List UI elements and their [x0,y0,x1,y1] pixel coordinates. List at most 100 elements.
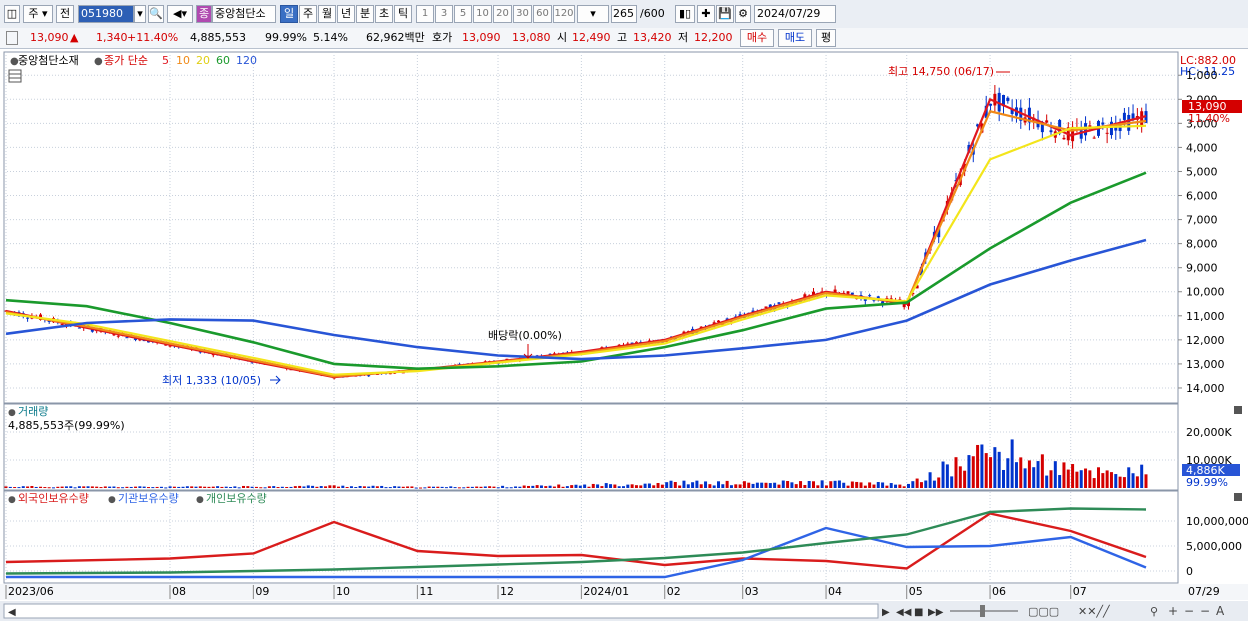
ask-price: 13,090 [462,31,501,44]
volume-bar [686,484,690,488]
tab-month[interactable]: 월 [318,5,336,23]
volume-bar [259,487,263,489]
interval-custom[interactable]: ▾ [577,5,609,23]
crosshair-icon[interactable]: ✚ [697,5,715,23]
sell-button[interactable]: 매도 [778,29,812,47]
volume-bar [26,486,30,488]
volume-bar [846,485,850,488]
scroll-left-icon[interactable]: ◀ [8,607,16,618]
volume-bar [1097,467,1100,488]
volume-value-text: 4,885,553주(99.99%) [8,419,125,432]
volume-bar [1032,467,1036,488]
speaker-icon[interactable]: ◀▾ [167,5,193,23]
tab-tick[interactable]: 틱 [394,5,412,23]
zoom-slider-handle[interactable] [980,605,985,617]
candle-body [1122,112,1126,120]
rewind-icon[interactable]: ◀◀ [896,607,912,618]
search-tool-icon[interactable]: ⚲ [1150,605,1158,618]
interval-120[interactable]: 120 [553,5,575,23]
volume-bar [1127,467,1131,488]
volume-bar [397,486,401,488]
count-input[interactable]: 265 [611,5,637,23]
current-price: 13,090 [30,31,69,44]
price-change: 1,340 [96,31,128,44]
save-icon[interactable]: 💾 [716,5,734,23]
interval-60[interactable]: 60 [533,5,552,23]
code-dropdown-icon[interactable]: ▾ [134,5,146,23]
volume-bar [319,486,323,488]
interval-3[interactable]: 3 [435,5,453,23]
tab-minute[interactable]: 분 [356,5,374,23]
volume-bar [8,486,12,488]
table-icon[interactable] [8,69,22,83]
individual-marker: ● [196,495,204,505]
interval-10[interactable]: 10 [473,5,492,23]
candle-body [1140,111,1144,127]
volume-bar [4,486,8,488]
volume-bar [812,481,815,488]
interval-1[interactable]: 1 [416,5,434,23]
tab-day[interactable]: 일 [280,5,298,23]
market-select[interactable]: 주 ▾ [23,5,53,23]
zoom-tools-icon[interactable]: ▢▢▢ [1028,605,1059,618]
tab-second[interactable]: 초 [375,5,393,23]
prev-button[interactable]: 전 [56,5,74,23]
stock-label: 중앙첨단소재 [18,54,79,67]
date-field[interactable]: 2024/07/29 [754,5,836,23]
plus-icon[interactable]: + [1168,604,1178,618]
volume-bar [371,485,375,488]
volume-bar [332,485,336,488]
stop-icon[interactable]: ■ [914,607,923,618]
candle-body [1105,132,1109,134]
volume-bar [362,486,366,488]
code-input[interactable]: 051980 [78,5,134,23]
volume-bar [134,486,138,488]
volume-bar [1049,470,1053,488]
candle-body [1006,97,1010,102]
font-size-icon[interactable]: A [1216,604,1225,618]
eval-button[interactable]: 평 [816,29,836,47]
candle-type-icon[interactable]: ▮▯ [675,5,695,23]
holding-close-icon[interactable] [1234,493,1242,501]
scroll-right-icon[interactable]: ▶ [882,607,890,618]
volume-bar [833,480,837,488]
volume-bar [1006,458,1010,488]
stock-name-field[interactable]: 중앙첨단소 [212,5,276,23]
interval-30[interactable]: 30 [513,5,532,23]
volume-bar [583,484,587,488]
volume-bar [747,482,751,488]
volume-bar [95,486,99,488]
volume-bar [77,486,81,488]
volume-bar [414,487,418,489]
volume-bar [293,486,297,488]
minus-icon[interactable]: − [1184,604,1194,618]
gear-icon[interactable]: ⚙ [735,5,751,23]
window-menu-icon[interactable]: ◫ [4,5,20,23]
volume-bar [1019,457,1023,488]
search-icon[interactable]: 🔍 [148,5,164,23]
draw-tools-icon[interactable]: ✕✕╱╱ [1078,604,1111,618]
volume-bar [1010,439,1014,488]
ma-60-label: 60 [216,54,230,67]
scrollbar-track[interactable] [3,603,879,619]
volume-bar [1045,475,1049,488]
volume-bar [613,484,617,488]
volume-bar [842,482,846,488]
volume-close-icon[interactable] [1234,406,1242,414]
volume-bar [306,485,310,488]
tab-week[interactable]: 주 [299,5,317,23]
volume-bar [99,487,103,489]
volume-bar [492,486,496,488]
candle-body [116,335,120,337]
tab-year[interactable]: 년 [337,5,355,23]
zoom-minus-icon[interactable]: − [1200,604,1210,618]
buy-button[interactable]: 매수 [740,29,774,47]
candle-body [26,317,30,319]
holding-y-label: 10,000,000 [1186,515,1248,528]
interval-5[interactable]: 5 [454,5,472,23]
volume-bar [872,484,876,488]
interval-20[interactable]: 20 [493,5,512,23]
volume-bar [609,484,613,488]
checkbox-icon[interactable] [6,31,18,45]
forward-icon[interactable]: ▶▶ [928,607,944,618]
